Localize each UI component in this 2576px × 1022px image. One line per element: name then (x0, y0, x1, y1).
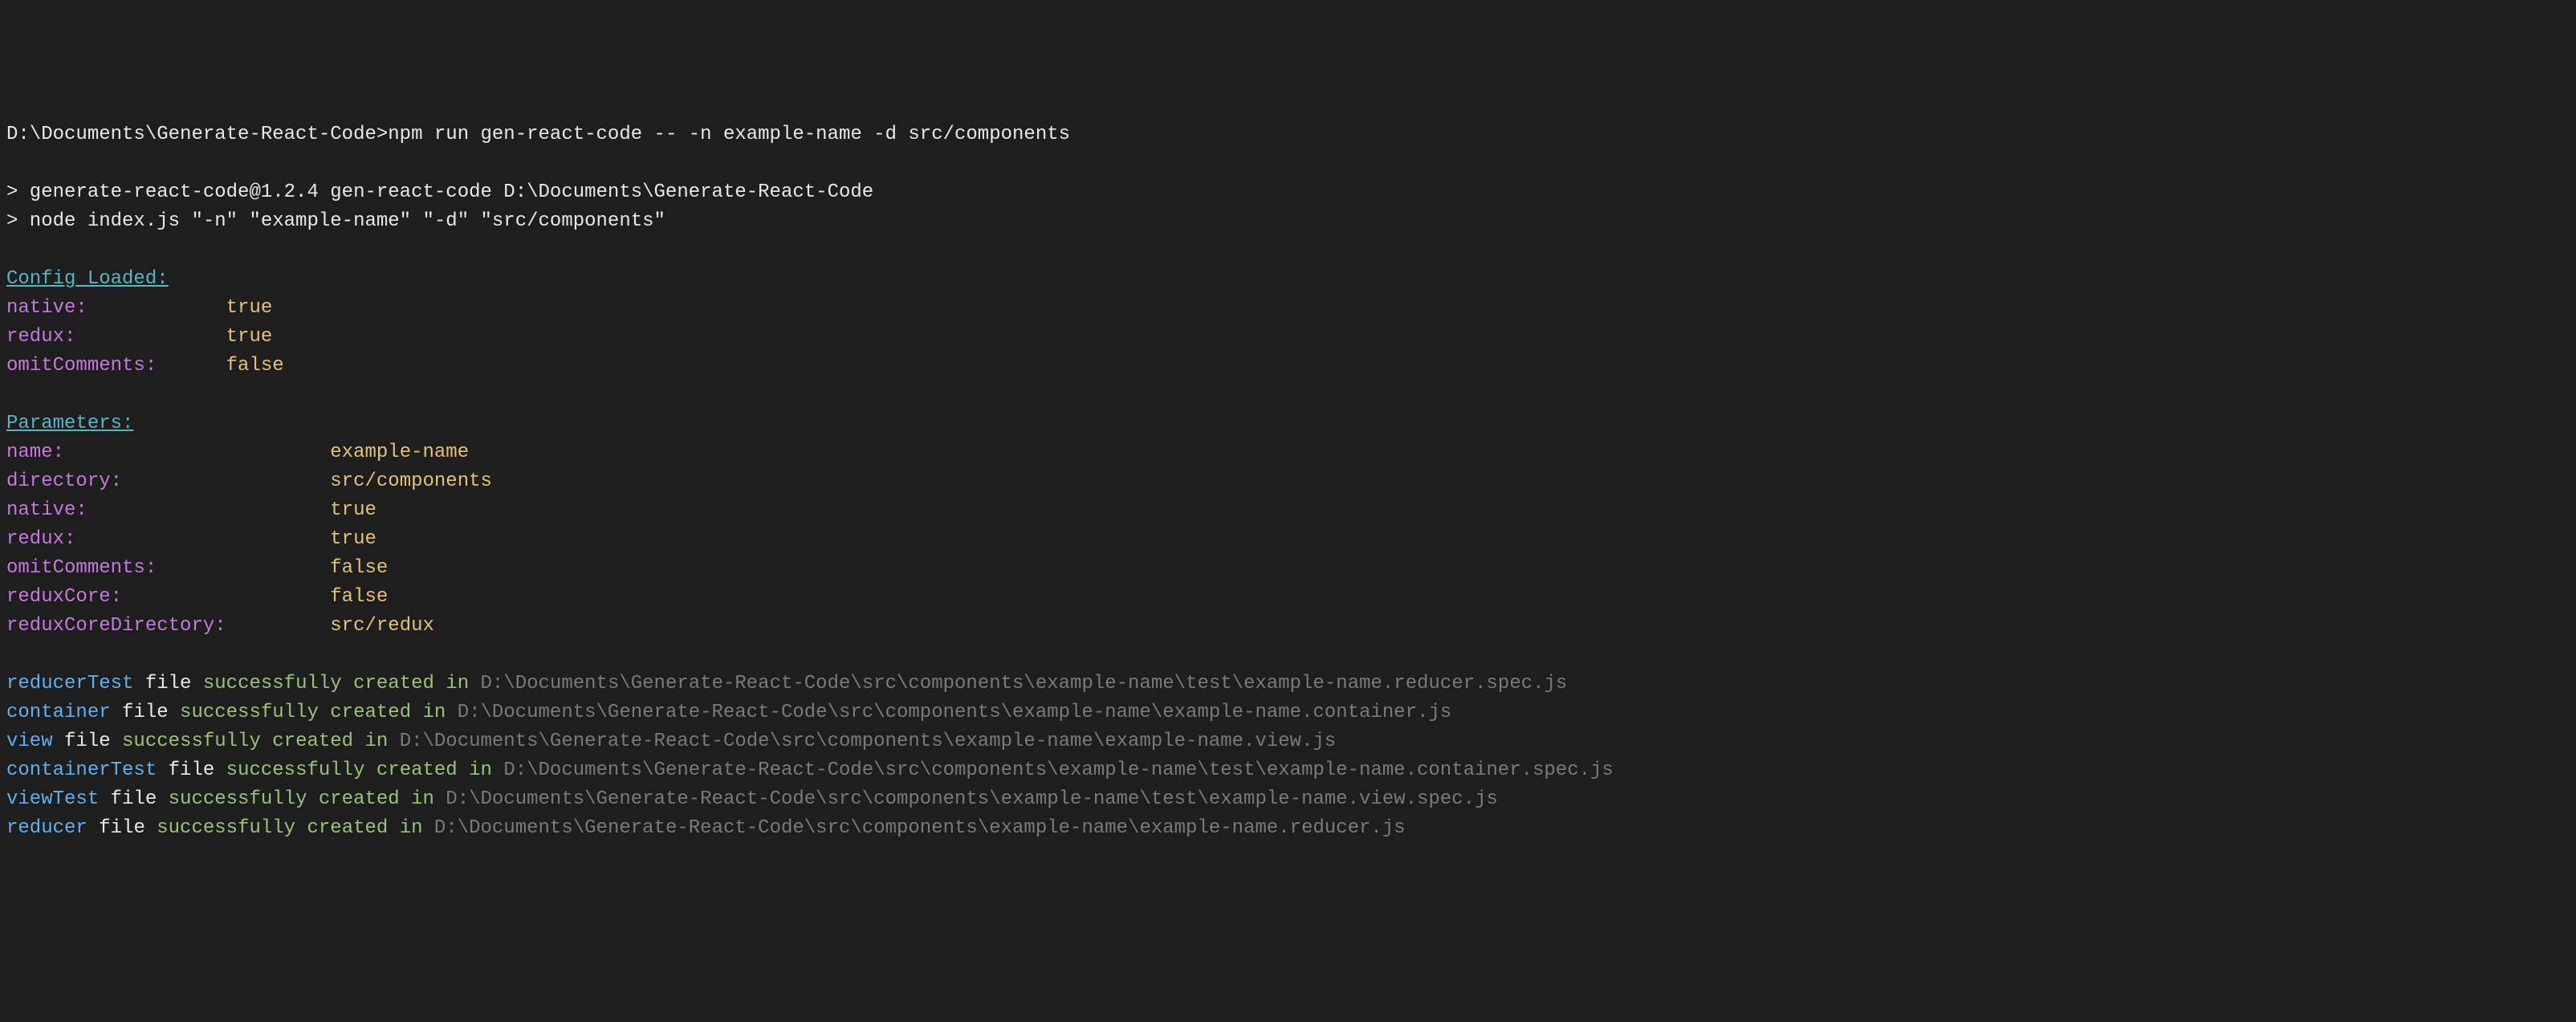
success-message-line: containerTest file successfully created … (6, 756, 2570, 785)
npm-output-line-1: > generate-react-code@1.2.4 gen-react-co… (6, 178, 2570, 207)
success-action: successfully created in (157, 817, 434, 839)
success-action: successfully created in (169, 788, 446, 810)
created-file-path: D:\Documents\Generate-React-Code\src\com… (481, 673, 1568, 694)
param-value: src/components (330, 470, 492, 492)
created-file-path: D:\Documents\Generate-React-Code\src\com… (400, 731, 1337, 752)
config-item-line: redux: true (6, 323, 2570, 352)
param-item-line: redux: true (6, 525, 2570, 554)
param-key: name: (6, 442, 64, 463)
command-prompt-line[interactable]: D:\Documents\Generate-React-Code>npm run… (6, 120, 2570, 149)
created-file-path: D:\Documents\Generate-React-Code\src\com… (434, 817, 1406, 839)
config-loaded-header: Config Loaded: (6, 268, 169, 290)
prompt-path: D:\Documents\Generate-React-Code> (6, 124, 388, 145)
success-message-line: container file successfully created in D… (6, 698, 2570, 727)
blank-line (6, 641, 2570, 670)
config-value: true (226, 326, 273, 348)
parameters-header: Parameters: (6, 413, 133, 434)
success-action: successfully created in (122, 731, 400, 752)
success-message-line: view file successfully created in D:\Doc… (6, 727, 2570, 756)
param-value: false (330, 586, 388, 608)
param-key: reduxCoreDirectory: (6, 615, 226, 637)
param-item-line: omitComments: false (6, 554, 2570, 583)
prompt-command: npm run gen-react-code -- -n example-nam… (388, 124, 1070, 145)
param-key: native: (6, 499, 87, 521)
file-word: file (111, 702, 180, 723)
file-word: file (133, 673, 202, 694)
param-item-line: name: example-name (6, 438, 2570, 467)
param-value: true (330, 528, 376, 550)
config-value: true (226, 297, 273, 319)
created-file-path: D:\Documents\Generate-React-Code\src\com… (446, 788, 1498, 810)
blank-line (6, 381, 2570, 409)
param-key: omitComments: (6, 557, 157, 579)
param-item-line: reduxCore: false (6, 583, 2570, 612)
file-type-label: containerTest (6, 759, 157, 781)
success-action: successfully created in (203, 673, 481, 694)
param-value: example-name (330, 442, 469, 463)
file-word: file (157, 759, 226, 781)
created-file-path: D:\Documents\Generate-React-Code\src\com… (458, 702, 1452, 723)
param-key: redux: (6, 528, 75, 550)
config-value: false (226, 355, 284, 377)
file-word: file (53, 731, 122, 752)
config-key: redux: (6, 326, 75, 348)
file-type-label: container (6, 702, 111, 723)
npm-output-line-2: > node index.js "-n" "example-name" "-d"… (6, 207, 2570, 236)
config-key: native: (6, 297, 87, 319)
param-item-line: directory: src/components (6, 467, 2570, 496)
file-type-label: reducerTest (6, 673, 133, 694)
file-word: file (99, 788, 168, 810)
success-message-line: viewTest file successfully created in D:… (6, 785, 2570, 814)
config-header-line: Config Loaded: (6, 265, 2570, 294)
file-type-label: viewTest (6, 788, 99, 810)
terminal-output: D:\Documents\Generate-React-Code>npm run… (6, 120, 2570, 843)
param-key: directory: (6, 470, 122, 492)
config-item-line: native: true (6, 294, 2570, 323)
config-key: omitComments: (6, 355, 157, 377)
success-message-line: reducer file successfully created in D:\… (6, 814, 2570, 843)
file-type-label: view (6, 731, 53, 752)
success-action: successfully created in (226, 759, 504, 781)
param-key: reduxCore: (6, 586, 122, 608)
success-message-line: reducerTest file successfully created in… (6, 670, 2570, 698)
created-file-path: D:\Documents\Generate-React-Code\src\com… (503, 759, 1614, 781)
config-item-line: omitComments: false (6, 352, 2570, 381)
params-header-line: Parameters: (6, 409, 2570, 438)
blank-line (6, 236, 2570, 265)
param-item-line: native: true (6, 496, 2570, 525)
param-value: src/redux (330, 615, 434, 637)
param-value: true (330, 499, 376, 521)
success-action: successfully created in (180, 702, 458, 723)
file-type-label: reducer (6, 817, 87, 839)
file-word: file (87, 817, 157, 839)
param-item-line: reduxCoreDirectory: src/redux (6, 612, 2570, 641)
param-value: false (330, 557, 388, 579)
blank-line (6, 149, 2570, 178)
